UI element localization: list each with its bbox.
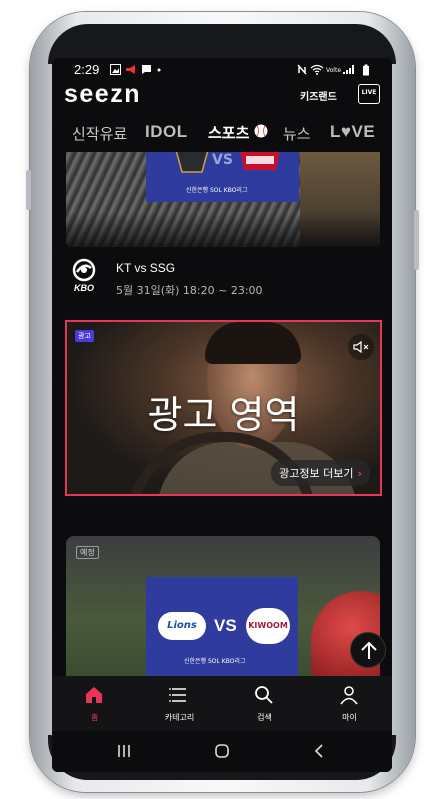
nav-category[interactable]: 카테고리 <box>137 676 222 731</box>
recent-apps-icon[interactable] <box>116 743 132 759</box>
wifi-icon <box>310 64 324 75</box>
gallery-icon <box>110 64 121 75</box>
nav-search[interactable]: 검색 <box>222 676 307 731</box>
kbo-label: KBO <box>74 283 94 293</box>
tab-news[interactable]: 뉴스 <box>283 123 311 144</box>
baseball-icon <box>254 124 268 138</box>
thumbnail-fade <box>66 212 380 247</box>
ad-area-label: 광고 영역 <box>147 393 300 437</box>
game-thumbnail[interactable]: VS 신한은행 SOL KBO리그 <box>66 152 380 247</box>
nav-category-label: 카테고리 <box>164 713 195 722</box>
app-screen: 2:29 Volte seezn 키즈랜드 LIVE 신작유료 IDOL 스포츠… <box>52 58 392 772</box>
ad-figure-hair <box>205 322 301 364</box>
kids-land-link[interactable]: 키즈랜드 <box>300 88 337 103</box>
banner-vs: VS <box>212 152 233 168</box>
notch <box>124 24 302 58</box>
kbo-emblem-icon <box>72 258 96 282</box>
speaker-mute-icon <box>353 341 369 353</box>
scheduled-game-card[interactable]: 예정 Lions VS KIWOOM 신한은행 SOL KBO리그 <box>66 536 380 686</box>
tab-love[interactable]: L♥VE <box>330 122 375 142</box>
category-tabs: 신작유료 IDOL 스포츠 뉴스 L♥VE <box>52 120 392 148</box>
nav-my[interactable]: 마이 <box>307 676 392 731</box>
kiwoom-logo: KIWOOM <box>246 608 290 644</box>
message-icon <box>142 65 151 74</box>
ssg-landers-logo <box>240 152 280 170</box>
power-button <box>414 210 419 270</box>
scheduled-badge: 예정 <box>76 546 99 559</box>
game-title: KT vs SSG <box>116 261 176 275</box>
tab-idol[interactable]: IDOL <box>145 122 188 142</box>
ad-more-label: 광고정보 더보기 <box>279 467 354 480</box>
live-label: LIVE <box>361 89 377 96</box>
search-icon <box>255 686 273 704</box>
status-time: 2:29 <box>74 62 100 77</box>
bottom-navigation: 홈 카테고리 검색 마이 <box>52 676 392 731</box>
status-bar: 2:29 Volte <box>52 62 392 80</box>
svg-text:Volte: Volte <box>326 67 341 74</box>
nav-search-label: 검색 <box>257 713 272 722</box>
ad-banner[interactable]: 광고 광고 영역 광고정보 더보기 › <box>65 320 382 496</box>
list-icon <box>169 688 186 702</box>
live-tv-icon[interactable]: LIVE <box>358 84 380 104</box>
home-button-icon[interactable] <box>214 743 230 759</box>
home-icon <box>86 687 102 703</box>
person-icon <box>340 686 358 705</box>
scheduled-vs: VS <box>214 616 237 635</box>
app-header: seezn 키즈랜드 LIVE <box>52 80 392 110</box>
banner-sponsor: 신한은행 SOL KBO리그 <box>186 187 248 194</box>
dot-icon <box>157 68 161 72</box>
signal-icon <box>343 65 354 74</box>
game-info-row[interactable]: KBO KT vs SSG 5월 31일(화) 18:20 ~ 23:00 <box>66 258 380 298</box>
arrow-up-icon <box>361 641 377 659</box>
nav-home[interactable]: 홈 <box>52 676 137 731</box>
scheduled-sponsor: 신한은행 SOL KBO리그 <box>184 658 246 665</box>
nav-my-label: 마이 <box>342 713 357 722</box>
nav-home-label: 홈 <box>90 713 99 722</box>
chevron-right-icon: › <box>357 467 362 480</box>
ad-mute-button[interactable] <box>348 334 374 360</box>
kt-wiz-logo <box>175 152 209 173</box>
mute-vibrate-icon <box>297 64 307 75</box>
system-navigation-bar <box>52 731 392 772</box>
lions-logo: Lions <box>158 612 206 640</box>
battery-icon <box>363 64 369 76</box>
tab-new-paid[interactable]: 신작유료 <box>72 123 127 144</box>
lte-icon: Volte <box>326 67 341 74</box>
ad-more-button[interactable]: 광고정보 더보기 › <box>271 460 370 486</box>
volume-button <box>26 170 31 210</box>
back-icon[interactable] <box>312 743 328 759</box>
match-banner: VS 신한은행 SOL KBO리그 <box>146 152 299 202</box>
ad-badge: 광고 <box>75 330 94 342</box>
seezn-logo[interactable]: seezn <box>64 80 141 109</box>
megaphone-icon <box>126 65 135 74</box>
tab-sports[interactable]: 스포츠 <box>208 122 249 143</box>
scroll-top-button[interactable] <box>350 632 386 668</box>
game-datetime: 5월 31일(화) 18:20 ~ 23:00 <box>116 284 263 297</box>
